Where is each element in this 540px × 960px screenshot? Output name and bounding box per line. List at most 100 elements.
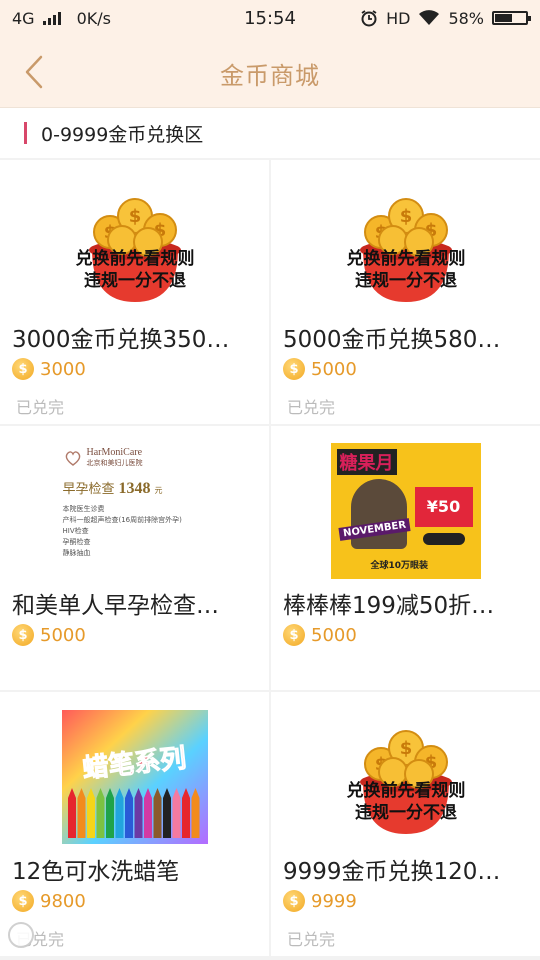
status-bar: 4G 0K/s 15:54 HD 58%	[0, 0, 540, 36]
gold-coin-icon: $	[283, 624, 305, 646]
product-image[interactable]: HarMoniCare 北京和美妇儿医院 早孕检查 1348 元 本院医生诊费产…	[0, 436, 269, 586]
product-card[interactable]: $ $ $ 兑换前先看规则 违规一分不退 9999金币兑换120… $ 9999…	[271, 692, 540, 956]
price-value: 5000	[311, 358, 357, 380]
gold-coin-icon: $	[12, 890, 34, 912]
product-image[interactable]: $ $ $ 兑换前先看规则 违规一分不退	[271, 170, 540, 320]
floating-assist-button[interactable]	[8, 922, 34, 948]
product-card[interactable]: HarMoniCare 北京和美妇儿医院 早孕检查 1348 元 本院医生诊费产…	[0, 426, 269, 690]
price-value: 5000	[311, 624, 357, 646]
crayon	[86, 798, 95, 838]
product-card[interactable]: 蜡笔系列 12色可水洗蜡笔 $ 9800 已兑完	[0, 692, 269, 956]
battery-level	[495, 14, 513, 22]
poster-footer: 全球10万眼装	[370, 561, 429, 571]
flyer-list-item: 静脉抽血	[62, 549, 91, 557]
crayon	[105, 798, 114, 838]
section-header: 0-9999金币兑换区	[0, 108, 540, 158]
price-value: 9999	[311, 890, 357, 912]
battery-percent: 58%	[448, 8, 484, 28]
product-name: 5000金币兑换580…	[283, 327, 501, 353]
product-price: $ 5000	[12, 624, 86, 646]
poster-button	[422, 533, 465, 545]
heart-logo-icon	[65, 450, 80, 466]
img-text-line1: 兑换前先看规则	[346, 248, 465, 269]
flyer-list-item: 孕酮检查	[62, 538, 91, 546]
product-grid: $ $ $ 兑换前先看规则 违规一分不退 3000金币兑换350… $ 3000…	[0, 160, 540, 956]
crayon	[143, 798, 152, 838]
svg-text:$: $	[399, 206, 412, 227]
gold-coin-icon: $	[283, 358, 305, 380]
promo-poster-image: 糖果月 NOVEMBER ¥50 全球10万眼装	[330, 443, 481, 579]
price-value: 3000	[40, 358, 86, 380]
product-image[interactable]: 糖果月 NOVEMBER ¥50 全球10万眼装	[271, 436, 540, 586]
gold-coin-icon: $	[12, 624, 34, 646]
crayon	[77, 798, 85, 838]
product-price: $ 5000	[283, 358, 357, 380]
product-status: 已兑完	[287, 930, 336, 949]
product-price: $ 5000	[283, 624, 357, 646]
crayon	[115, 798, 123, 838]
product-name: 12色可水洗蜡笔	[12, 859, 180, 885]
product-name: 3000金币兑换350…	[12, 327, 230, 353]
crayon	[153, 798, 161, 838]
app-header: 金币商城	[0, 36, 540, 108]
battery-icon	[492, 11, 531, 25]
network-speed: 0K/s	[76, 8, 111, 28]
crayon	[162, 798, 171, 838]
crayons-box-image: 蜡笔系列	[61, 710, 208, 844]
flyer-brand-cn: 北京和美妇儿医院	[86, 459, 143, 467]
crayon	[134, 798, 142, 838]
section-title: 0-9999金币兑换区	[41, 123, 204, 146]
product-status: 已兑完	[287, 398, 336, 417]
product-image[interactable]: $ $ $ 兑换前先看规则 违规一分不退	[271, 702, 540, 852]
network-type: 4G	[12, 8, 35, 28]
flyer-unit: 元	[154, 486, 163, 495]
product-card[interactable]: $ $ $ 兑换前先看规则 违规一分不退 3000金币兑换350… $ 3000…	[0, 160, 269, 424]
crayon	[172, 798, 180, 838]
flyer-offer: 早孕检查	[62, 481, 115, 496]
product-status: 已兑完	[16, 398, 65, 417]
flyer-list-item: HIV检查	[62, 527, 89, 535]
crayon	[181, 798, 190, 838]
gold-coin-icon: $	[12, 358, 34, 380]
svg-text:$: $	[128, 206, 141, 227]
flyer-list-item: 产科一般超声检查(16周前排除宫外孕)	[62, 516, 182, 524]
page-title: 金币商城	[220, 62, 320, 90]
product-name: 和美单人早孕检查…	[12, 593, 219, 619]
product-name: 9999金币兑换120…	[283, 859, 501, 885]
harmonicare-flyer-image: HarMoniCare 北京和美妇儿医院 早孕检查 1348 元 本院医生诊费产…	[55, 441, 215, 581]
price-value: 9800	[40, 890, 86, 912]
hd-indicator: HD	[386, 8, 411, 28]
flyer-list-item: 本院医生诊费	[62, 505, 105, 513]
product-name: 棒棒棒199减50折…	[283, 593, 495, 619]
product-card[interactable]: $ $ $ 兑换前先看规则 违规一分不退 5000金币兑换580… $ 5000…	[271, 160, 540, 424]
section-accent-bar	[24, 122, 27, 144]
price-value: 5000	[40, 624, 86, 646]
img-text-line1: 兑换前先看规则	[75, 248, 194, 269]
img-text-line2: 违规一分不退	[355, 802, 457, 823]
crayon	[124, 798, 133, 838]
gold-coin-icon: $	[283, 890, 305, 912]
signal-icon	[42, 11, 61, 25]
product-price: $ 3000	[12, 358, 86, 380]
crayon	[96, 798, 104, 838]
flyer-price: 1348	[118, 480, 151, 497]
status-right: HD 58%	[360, 8, 531, 28]
product-image[interactable]: $ $ $ 兑换前先看规则 违规一分不退	[0, 170, 269, 320]
coin-pot-image: $ $ $ 兑换前先看规则 违规一分不退	[75, 198, 194, 302]
status-left: 4G 0K/s	[12, 9, 111, 28]
wifi-icon	[419, 10, 440, 25]
img-text-line2: 违规一分不退	[355, 270, 457, 291]
crayon	[191, 798, 199, 838]
img-text-line2: 违规一分不退	[84, 270, 186, 291]
poster-big-offer: ¥50	[414, 487, 473, 527]
product-price: $ 9800	[12, 890, 86, 912]
product-card[interactable]: 糖果月 NOVEMBER ¥50 全球10万眼装 棒棒棒199减50折… $ 5…	[271, 426, 540, 690]
poster-title: 糖果月	[336, 449, 397, 475]
coin-pot-image: $ $ $ 兑换前先看规则 违规一分不退	[346, 730, 465, 834]
poster-figure	[350, 479, 407, 549]
product-image[interactable]: 蜡笔系列	[0, 702, 269, 852]
crayon	[67, 798, 76, 838]
product-price: $ 9999	[283, 890, 357, 912]
svg-text:$: $	[399, 738, 412, 759]
img-text-line1: 兑换前先看规则	[346, 780, 465, 801]
